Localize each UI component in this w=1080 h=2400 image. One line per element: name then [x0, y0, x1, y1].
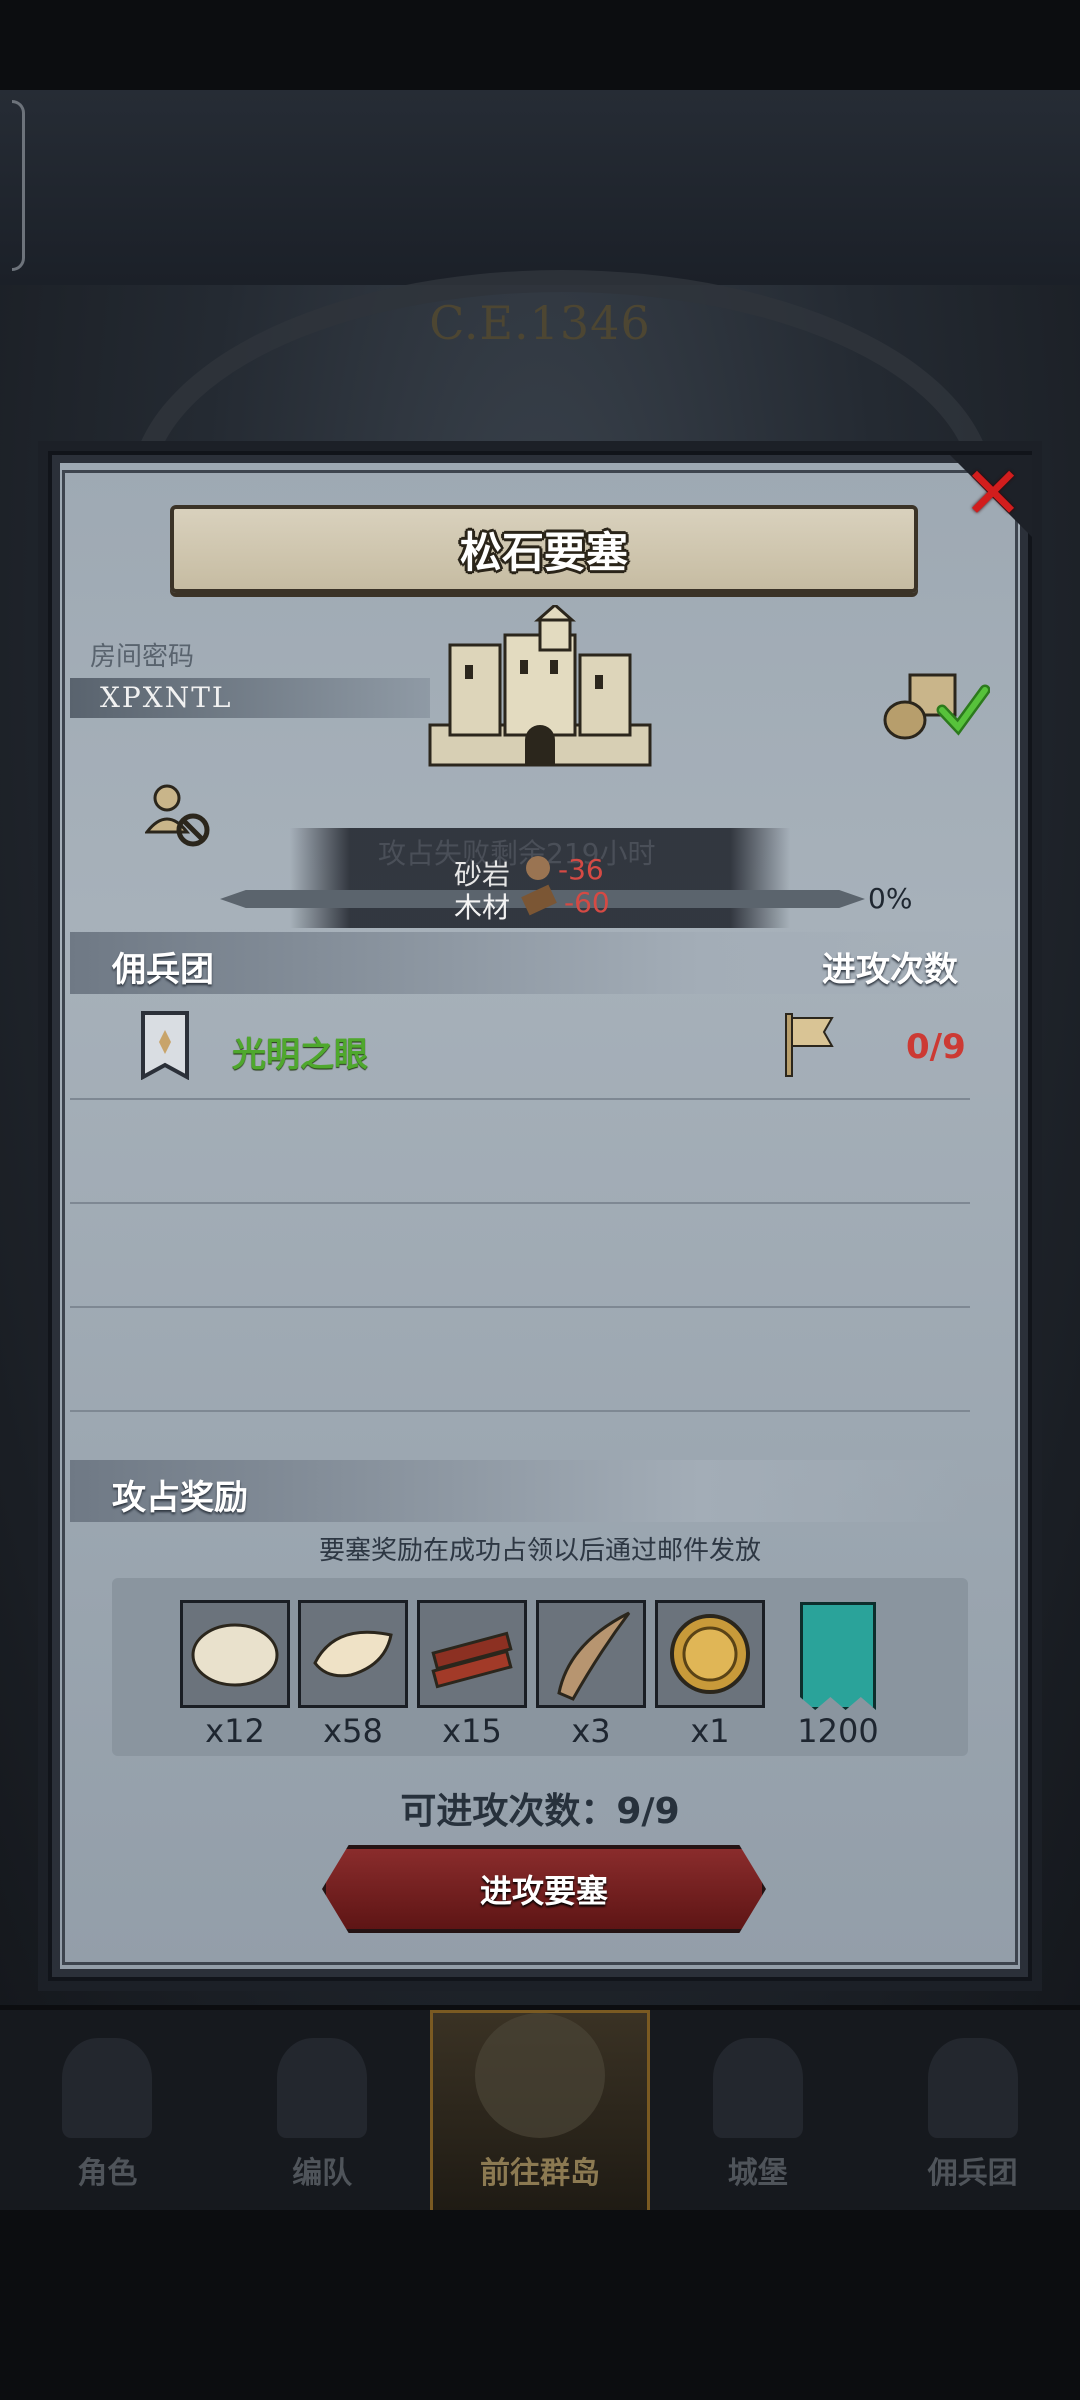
- room-code-value: XPXNTL: [100, 681, 233, 714]
- attack-button-label: 进攻要塞: [479, 1872, 608, 1910]
- close-icon[interactable]: ✕: [958, 457, 1028, 529]
- wool-icon[interactable]: [298, 1600, 408, 1708]
- reward-qty: x58: [323, 1712, 383, 1750]
- guild-banner-icon: [141, 1011, 189, 1080]
- year-label: C.E.1346: [429, 296, 651, 350]
- list-item: [70, 1098, 970, 1204]
- cost-value: -60: [564, 886, 610, 919]
- guild-name: 光明之眼: [232, 1035, 368, 1075]
- mailbox-check-icon[interactable]: [880, 665, 990, 745]
- cost-value: -36: [558, 853, 604, 886]
- top-bar: [0, 90, 1080, 285]
- nav-label: 编队: [292, 2156, 353, 2191]
- attack-fortress-button[interactable]: 进攻要塞: [322, 1845, 766, 1933]
- flag-icon: [785, 1013, 834, 1077]
- mercenary-icon: [927, 2038, 1018, 2138]
- bottom-nav: 角色 编队 前往群岛 城堡 佣兵团: [0, 2010, 1080, 2210]
- title-banner: 松石要塞: [170, 505, 918, 593]
- progress-percent: 0%: [868, 882, 913, 915]
- nav-label: 佣兵团: [927, 2156, 1018, 2191]
- stone-icon: [526, 856, 550, 880]
- nav-islands[interactable]: 前往群岛: [429, 2010, 651, 2210]
- list-item: [70, 1202, 970, 1308]
- list-item: [70, 1306, 970, 1412]
- castle-icon: [428, 605, 652, 767]
- reward-qty: x12: [205, 1712, 265, 1750]
- nav-label: 角色: [77, 2156, 138, 2191]
- reward-qty: x1: [690, 1712, 730, 1750]
- occupation-status-text: 攻占失败剩余219小时: [378, 837, 656, 870]
- helmet-icon: [277, 2038, 368, 2138]
- reward-qty: x3: [571, 1712, 611, 1750]
- side-tab[interactable]: [12, 100, 25, 271]
- knight-medal-icon[interactable]: [655, 1600, 765, 1708]
- no-player-icon: [145, 784, 210, 847]
- fur-icon[interactable]: [180, 1600, 290, 1708]
- character-icon: [62, 2038, 153, 2138]
- nav-mercenary[interactable]: 佣兵团: [865, 2010, 1080, 2210]
- cost-name: 木材: [454, 891, 511, 924]
- attacks-header-label: 进攻次数: [822, 950, 958, 990]
- nav-label: 城堡: [727, 2156, 788, 2191]
- reward-qty: x15: [442, 1712, 502, 1750]
- castle-icon: [712, 2038, 803, 2138]
- reward-note: 要塞奖励在成功占领以后通过邮件发放: [318, 1536, 761, 1566]
- attack-count-text: 可进攻次数：9/9: [400, 1791, 680, 1832]
- horn-icon[interactable]: [536, 1600, 646, 1708]
- dialog-title: 松石要塞: [459, 527, 628, 577]
- nav-character[interactable]: 角色: [0, 2010, 215, 2210]
- mercenary-header-label: 佣兵团: [112, 950, 214, 990]
- reward-header-label: 攻占奖励: [112, 1478, 248, 1518]
- nav-label: 前往群岛: [479, 2156, 600, 2191]
- room-code-label: 房间密码: [90, 642, 195, 672]
- nav-formation[interactable]: 编队: [215, 2010, 430, 2210]
- wood-planks-icon[interactable]: [417, 1600, 527, 1708]
- compass-icon: [474, 2013, 605, 2138]
- nav-castle[interactable]: 城堡: [650, 2010, 865, 2210]
- guild-attack-count: 0/9: [906, 1027, 966, 1067]
- banner-icon[interactable]: [800, 1602, 876, 1710]
- reward-qty: 1200: [797, 1712, 879, 1750]
